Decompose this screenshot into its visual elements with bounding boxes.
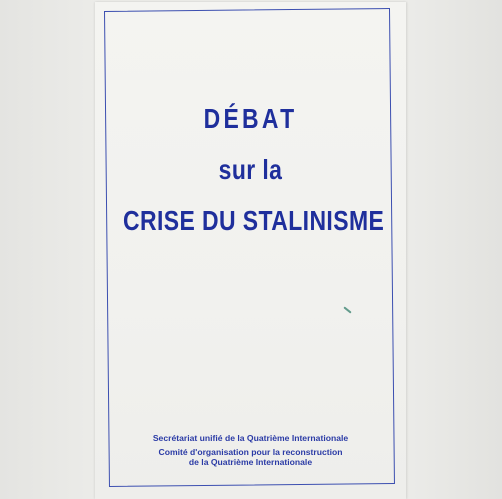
booklet-cover: DÉBAT sur la CRISE DU STALINISME Secréta… [95,2,406,499]
publisher-comite-line1: Comité d'organisation pour la reconstruc… [158,447,343,457]
title-debat: DÉBAT [203,103,298,134]
publisher-comite-line2: de la Quatrième Internationale [188,457,313,467]
title-crise-du-stalinisme: CRISE DU STALINISME [122,205,385,236]
publisher-secretariat-unifie: Secrétariat unifié de la Quatrième Inter… [152,433,349,443]
title-sur-la: sur la [218,154,283,185]
cover-border-frame [104,8,395,487]
